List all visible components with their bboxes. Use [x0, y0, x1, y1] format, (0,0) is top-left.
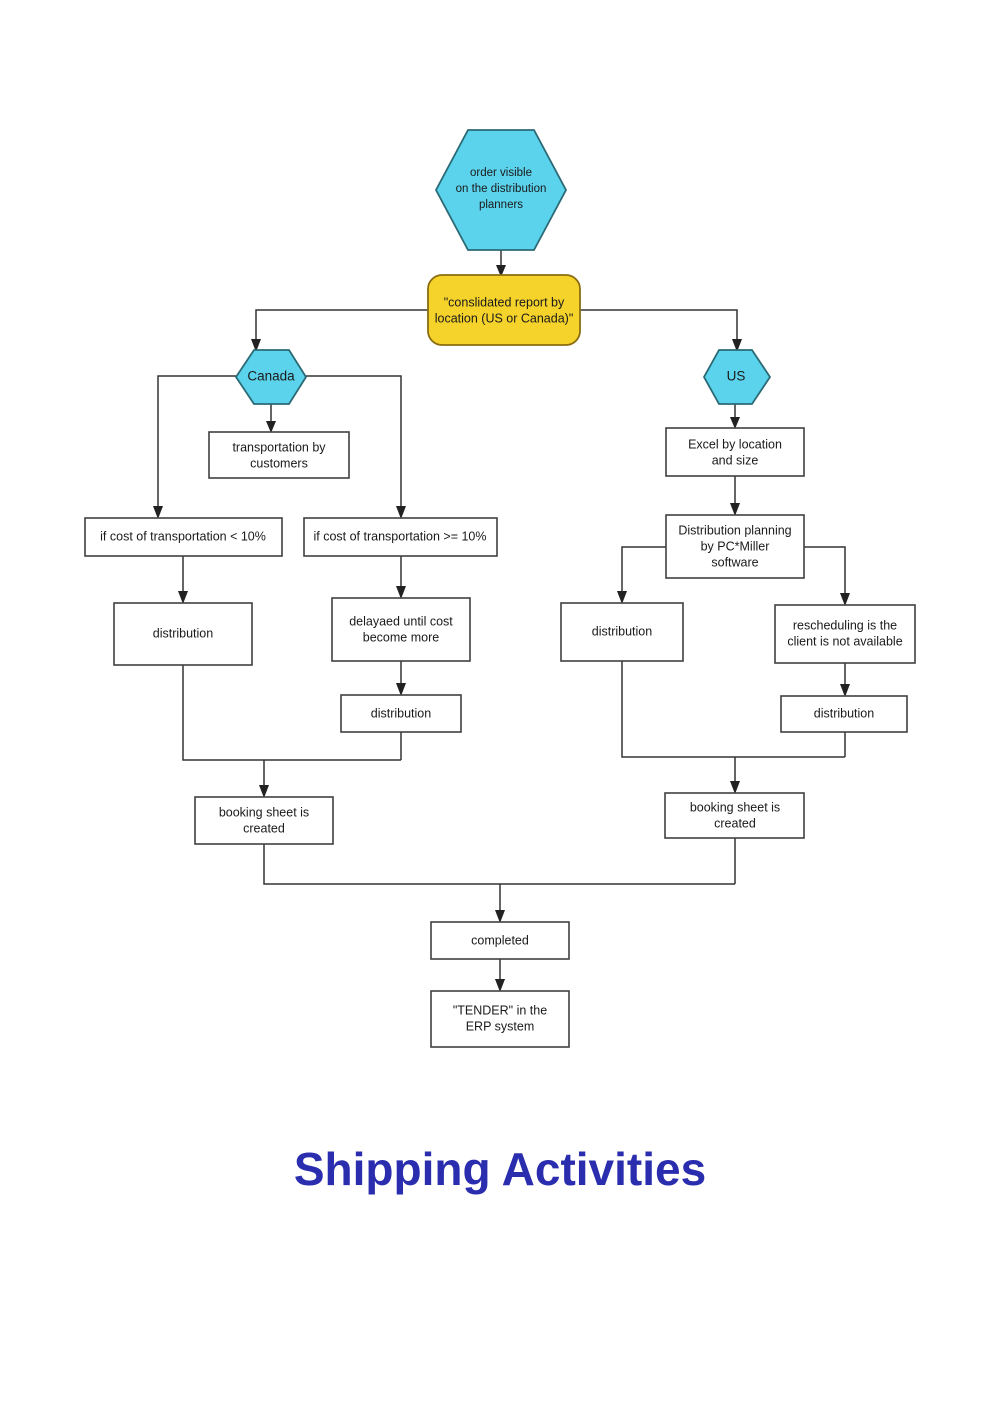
node-distribution-rescheduled[interactable]: distribution	[780, 695, 908, 733]
page-title: Shipping Activities	[293, 1143, 707, 1195]
node-label-distribution-delayed: distribution	[371, 706, 431, 720]
node-transportation-by-customers[interactable]: transportation by customers	[208, 431, 350, 479]
node-distribution-left[interactable]: distribution	[113, 602, 253, 666]
node-canada[interactable]: Canada	[234, 349, 308, 405]
node-label-cost-gte: if cost of transportation >= 10%	[313, 529, 486, 543]
edge-distdelayed-to-booking-left	[259, 732, 402, 798]
node-label-planning-line3: software	[711, 555, 758, 569]
node-label-distribution-us: distribution	[592, 624, 652, 638]
edge-costlt-to-distribution	[178, 556, 188, 604]
node-us[interactable]: US	[702, 349, 772, 405]
node-label-transportation-line2: customers	[250, 456, 308, 470]
node-label-order-visible-line1: order visible	[470, 167, 532, 179]
node-cost-less-than-10[interactable]: if cost of transportation < 10%	[84, 517, 283, 557]
node-label-planning-line2: by PC*Miller	[701, 539, 770, 553]
node-label-distribution-rescheduled: distribution	[814, 706, 874, 720]
node-label-resched-line2: client is not available	[787, 634, 902, 648]
node-label-cost-lt: if cost of transportation < 10%	[100, 529, 266, 543]
node-delayed-until-cost[interactable]: delayaed until cost become more	[331, 597, 471, 662]
node-rescheduling[interactable]: rescheduling is the client is not availa…	[774, 604, 916, 664]
node-label-excel-line1: Excel by location	[688, 437, 782, 451]
edge-rescheduling-to-distribution	[840, 663, 850, 697]
node-label-delayed-line2: become more	[363, 630, 439, 644]
node-order-visible[interactable]: order visible on the distribution planne…	[434, 129, 568, 251]
node-label-tender-line2: ERP system	[466, 1019, 535, 1033]
node-label-distribution-left: distribution	[153, 626, 213, 640]
node-label-booking-right-line1: booking sheet is	[690, 800, 780, 814]
node-label-booking-left-line2: created	[243, 821, 285, 835]
node-label-consolidated-line2: location (US or Canada)"	[435, 311, 574, 325]
node-label-us: US	[727, 369, 746, 384]
node-label-delayed-line1: delayaed until cost	[349, 614, 453, 628]
edge-booking-left-to-completed	[263, 844, 735, 885]
node-excel-by-location[interactable]: Excel by location and size	[665, 427, 805, 477]
node-cost-greater-equal-10[interactable]: if cost of transportation >= 10%	[303, 517, 498, 557]
edge-consolidated-to-us	[580, 309, 742, 352]
node-distribution-delayed[interactable]: distribution	[340, 694, 462, 733]
node-completed[interactable]: completed	[430, 921, 570, 960]
flowchart-canvas: order visible on the distribution planne…	[84, 129, 916, 1048]
node-tender-erp[interactable]: "TENDER" in the ERP system	[430, 990, 570, 1048]
node-label-resched-line1: rescheduling is the	[793, 618, 897, 632]
node-label-booking-right-line2: created	[714, 816, 756, 830]
node-label-order-visible-line3: planners	[479, 199, 523, 211]
node-label-completed: completed	[471, 933, 529, 947]
node-label-transportation-line1: transportation by	[232, 440, 326, 454]
edge-delayed-to-distribution	[396, 661, 406, 696]
edge-planning-to-distribution	[617, 546, 666, 604]
node-label-consolidated-line1: "conslidated report by	[444, 295, 565, 309]
node-label-excel-line2: and size	[712, 453, 759, 467]
edge-start-to-consolidated	[496, 250, 506, 277]
node-label-canada: Canada	[247, 369, 295, 384]
edge-us-to-excel	[730, 404, 740, 429]
edge-excel-to-planning	[730, 476, 740, 516]
node-consolidated-report[interactable]: "conslidated report by location (US or C…	[427, 274, 581, 346]
edge-booking-right-to-completed	[495, 838, 736, 923]
edge-planning-to-rescheduling	[804, 546, 850, 606]
flowchart-diagram: order visible on the distribution planne…	[0, 0, 1000, 1414]
edge-distresched-to-booking-right	[730, 732, 846, 794]
node-label-order-visible-line2: on the distribution	[456, 183, 547, 195]
edge-canada-to-transportation	[266, 404, 276, 433]
node-label-tender-line1: "TENDER" in the	[453, 1003, 547, 1017]
node-label-planning-line1: Distribution planning	[678, 523, 791, 537]
node-distribution-us[interactable]: distribution	[560, 602, 684, 662]
node-booking-sheet-left[interactable]: booking sheet is created	[194, 796, 334, 845]
node-label-booking-left-line1: booking sheet is	[219, 805, 309, 819]
edge-costgte-to-delayed	[396, 556, 406, 599]
node-distribution-planning[interactable]: Distribution planning by PC*Miller softw…	[665, 514, 805, 579]
edge-completed-to-tender	[495, 959, 505, 992]
node-booking-sheet-right[interactable]: booking sheet is created	[664, 792, 805, 839]
edge-consolidated-to-canada	[251, 309, 428, 352]
